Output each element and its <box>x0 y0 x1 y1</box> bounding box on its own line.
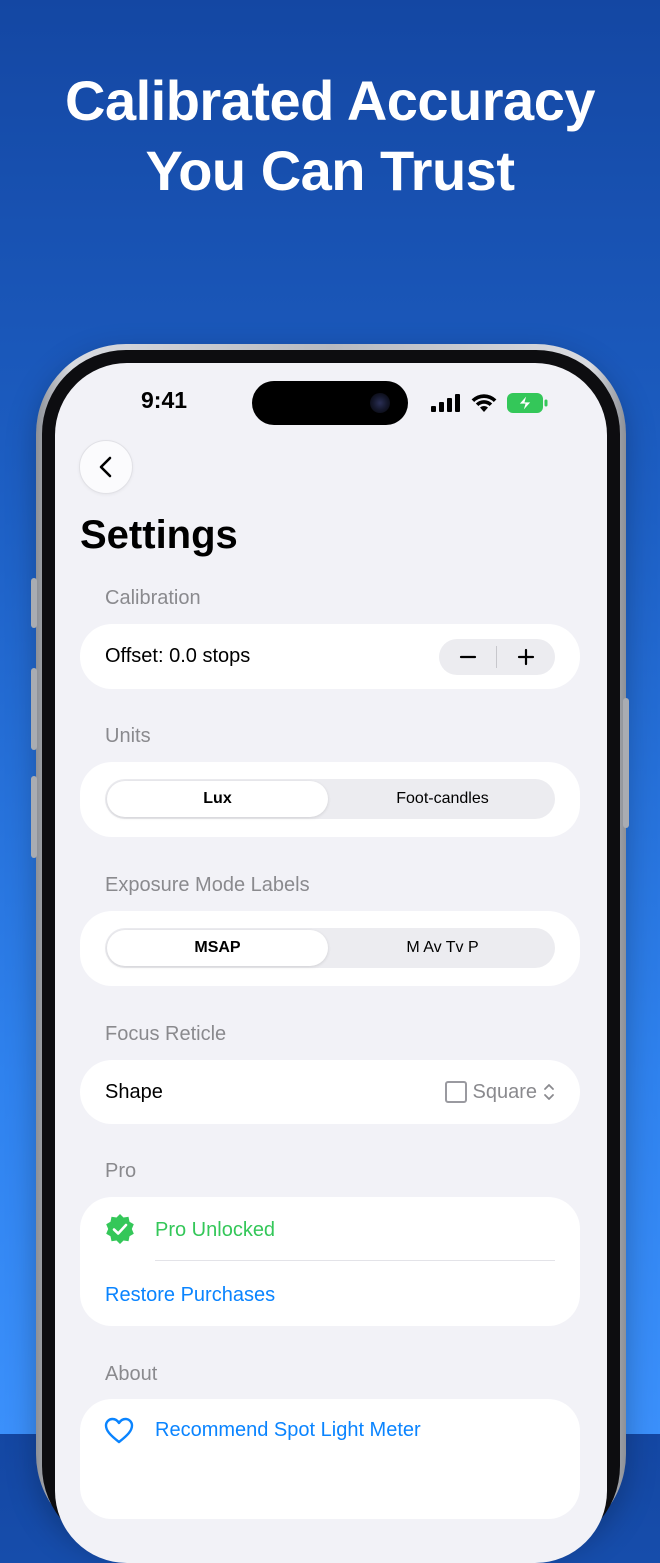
units-card: Lux Foot-candles <box>80 762 580 837</box>
volume-up-button <box>31 668 37 750</box>
restore-purchases-button[interactable]: Restore Purchases <box>105 1284 275 1307</box>
pro-card: Pro Unlocked Restore Purchases <box>80 1197 580 1326</box>
action-button <box>31 578 37 628</box>
section-header-exposure-mode-labels: Exposure Mode Labels <box>105 874 310 896</box>
exposure-option-m-av-tv-p[interactable]: M Av Tv P <box>332 930 553 966</box>
increment-button[interactable] <box>497 639 555 675</box>
focus-reticle-card: Shape Square <box>80 1060 580 1124</box>
square-shape-icon <box>444 1081 467 1103</box>
shape-picker[interactable]: Square <box>444 1079 556 1105</box>
status-time: 9:41 <box>141 387 188 413</box>
chevron-left-icon <box>99 456 112 478</box>
section-header-focus-reticle: Focus Reticle <box>105 1023 227 1045</box>
exposure-mode-segmented-control[interactable]: MSAP M Av Tv P <box>105 928 555 968</box>
front-camera <box>370 393 390 413</box>
back-button[interactable] <box>79 440 133 494</box>
minus-icon <box>459 655 477 659</box>
wifi-icon <box>471 394 497 412</box>
verified-checkmark-icon <box>106 1214 134 1244</box>
calibration-card: Offset: 0.0 stops <box>80 624 580 689</box>
battery-charging-icon <box>507 393 548 413</box>
headline-line-2: You Can Trust <box>145 139 515 202</box>
page-title: Settings <box>80 513 238 557</box>
phone-screen: 9:41 Settings Calibration Offset: 0.0 st… <box>55 363 607 1563</box>
heart-icon <box>104 1417 134 1444</box>
decrement-button[interactable] <box>439 639 497 675</box>
offset-stepper[interactable] <box>439 639 555 675</box>
units-option-foot-candles[interactable]: Foot-candles <box>332 781 553 817</box>
section-header-about: About <box>105 1363 158 1385</box>
units-segmented-control[interactable]: Lux Foot-candles <box>105 779 555 819</box>
chevron-up-down-icon <box>544 1084 554 1100</box>
dynamic-island <box>252 381 408 425</box>
marketing-headline: Calibrated Accuracy You Can Trust <box>0 66 660 206</box>
recommend-app-link[interactable]: Recommend Spot Light Meter <box>155 1419 421 1442</box>
signal-icon <box>431 394 460 412</box>
section-header-pro: Pro <box>105 1160 137 1182</box>
pro-status-label: Pro Unlocked <box>155 1219 276 1241</box>
exposure-mode-card: MSAP M Av Tv P <box>80 911 580 986</box>
units-option-lux[interactable]: Lux <box>107 781 328 817</box>
plus-icon <box>517 648 535 666</box>
power-button <box>623 698 629 828</box>
shape-label: Shape <box>105 1081 163 1103</box>
section-header-calibration: Calibration <box>105 587 201 609</box>
shape-value: Square <box>472 1080 538 1103</box>
exposure-option-msap[interactable]: MSAP <box>107 930 328 966</box>
section-header-units: Units <box>105 725 151 747</box>
pro-row-separator <box>155 1260 555 1261</box>
offset-label: Offset: 0.0 stops <box>105 645 251 667</box>
headline-line-1: Calibrated Accuracy <box>65 69 596 132</box>
volume-down-button <box>31 776 37 858</box>
about-card: Recommend Spot Light Meter <box>80 1399 580 1519</box>
